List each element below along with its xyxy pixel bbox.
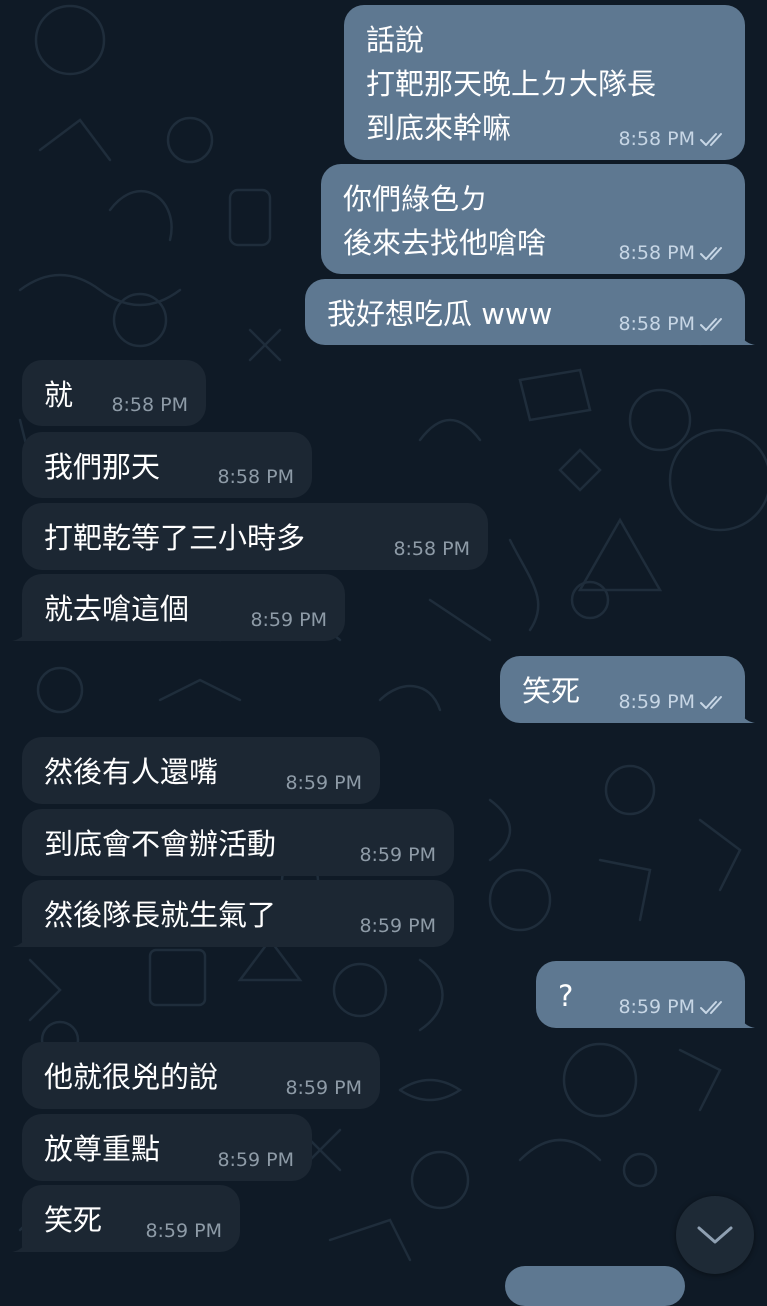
bubble-tail	[12, 1232, 28, 1252]
chevron-down-icon	[697, 1226, 733, 1244]
message-timestamp: 8:59 PM	[250, 609, 327, 631]
message-timestamp: 8:58 PM	[618, 313, 695, 335]
message-time: 8:59 PM	[217, 1150, 294, 1170]
message-timestamp: 8:59 PM	[285, 1077, 362, 1099]
bubble-tail	[12, 621, 28, 641]
message-time: 8:59 PM	[618, 997, 729, 1017]
double-check-icon	[700, 318, 722, 331]
message-timestamp: 8:59 PM	[359, 844, 436, 866]
message-timestamp: 8:58 PM	[618, 128, 695, 150]
message-timestamp: 8:59 PM	[145, 1220, 222, 1242]
message-time: 8:59 PM	[285, 1078, 362, 1098]
message-time: 8:59 PM	[250, 610, 327, 630]
incoming-message[interactable]: 放尊重點 8:59 PM	[22, 1114, 312, 1181]
bubble-tail	[12, 927, 28, 947]
outgoing-message[interactable]: 笑死 8:59 PM	[500, 656, 745, 723]
bubble-tail	[739, 1008, 755, 1028]
message-timestamp: 8:59 PM	[359, 915, 436, 937]
message-timestamp: 8:58 PM	[618, 242, 695, 264]
message-time: 8:58 PM	[618, 129, 729, 149]
incoming-message[interactable]: 然後有人還嘴 8:59 PM	[22, 737, 380, 804]
message-timestamp: 8:58 PM	[111, 394, 188, 416]
message-timestamp: 8:58 PM	[217, 466, 294, 488]
message-time: 8:59 PM	[359, 916, 436, 936]
double-check-icon	[700, 696, 722, 709]
incoming-message[interactable]: 我們那天 8:58 PM	[22, 432, 312, 498]
double-check-icon	[700, 247, 722, 260]
message-time: 8:58 PM	[217, 467, 294, 487]
message-timestamp: 8:59 PM	[618, 996, 695, 1018]
message-time: 8:58 PM	[618, 314, 729, 334]
scroll-down-button[interactable]	[676, 1196, 754, 1274]
double-check-icon	[700, 133, 722, 146]
message-time: 8:58 PM	[618, 243, 729, 263]
message-time: 8:59 PM	[145, 1221, 222, 1241]
message-timestamp: 8:58 PM	[393, 538, 470, 560]
outgoing-message-partial	[505, 1266, 685, 1306]
outgoing-message[interactable]: 話說 打靶那天晚上ㄉ大隊長 到底來幹嘛 8:58 PM	[344, 5, 745, 160]
incoming-message[interactable]: 到底會不會辦活動 8:59 PM	[22, 809, 454, 876]
bubble-tail	[739, 325, 755, 345]
message-time: 8:59 PM	[359, 845, 436, 865]
incoming-message[interactable]: 就去嗆這個 8:59 PM	[22, 574, 345, 641]
outgoing-message[interactable]: ? 8:59 PM	[536, 961, 745, 1028]
message-time: 8:59 PM	[285, 773, 362, 793]
message-timestamp: 8:59 PM	[618, 691, 695, 713]
bubble-tail	[739, 703, 755, 723]
message-timestamp: 8:59 PM	[285, 772, 362, 794]
incoming-message[interactable]: 就 8:58 PM	[22, 360, 206, 426]
incoming-message[interactable]: 他就很兇的說 8:59 PM	[22, 1042, 380, 1109]
message-time: 8:59 PM	[618, 692, 729, 712]
message-list[interactable]: 話說 打靶那天晚上ㄉ大隊長 到底來幹嘛 8:58 PM 你們綠色ㄉ 後來去找他嗆啥 8…	[0, 0, 767, 1306]
outgoing-message[interactable]: 你們綠色ㄉ 後來去找他嗆啥 8:58 PM	[321, 164, 745, 274]
message-time: 8:58 PM	[111, 395, 188, 415]
message-time: 8:58 PM	[393, 539, 470, 559]
incoming-message[interactable]: 然後隊長就生氣了 8:59 PM	[22, 880, 454, 947]
double-check-icon	[700, 1001, 722, 1014]
message-timestamp: 8:59 PM	[217, 1149, 294, 1171]
incoming-message[interactable]: 笑死 8:59 PM	[22, 1185, 240, 1252]
outgoing-message[interactable]: 我好想吃瓜 www 8:58 PM	[305, 279, 745, 345]
incoming-message[interactable]: 打靶乾等了三小時多 8:58 PM	[22, 503, 488, 570]
